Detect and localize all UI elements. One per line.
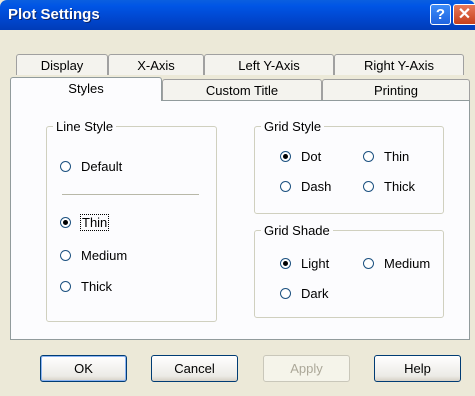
grid-style-thick-radio[interactable]: Thick xyxy=(363,179,415,194)
line-style-medium-radio[interactable]: Medium xyxy=(60,248,127,263)
apply-button[interactable]: Apply xyxy=(263,355,350,382)
grid-shade-light-radio[interactable]: Light xyxy=(280,256,329,271)
tab-label: Custom Title xyxy=(205,83,279,98)
line-style-default-radio[interactable]: Default xyxy=(60,159,122,174)
grid-style-thin-radio[interactable]: Thin xyxy=(363,149,409,164)
grid-shade-legend: Grid Shade xyxy=(261,223,333,238)
styles-panel: Line Style Default Thin Medium Thick Gri… xyxy=(10,100,470,340)
tab-right-y-axis[interactable]: Right Y-Axis xyxy=(334,54,464,75)
tab-printing[interactable]: Printing xyxy=(322,79,470,100)
radio-icon xyxy=(280,151,291,162)
radio-icon xyxy=(280,288,291,299)
radio-icon xyxy=(60,250,71,261)
title-bar: Plot Settings ? ✕ xyxy=(0,0,475,30)
ok-button[interactable]: OK xyxy=(40,355,127,382)
radio-label: Dash xyxy=(301,179,332,194)
grid-style-dot-radio[interactable]: Dot xyxy=(280,149,321,164)
line-style-legend: Line Style xyxy=(53,119,117,134)
tab-x-axis[interactable]: X-Axis xyxy=(108,54,204,75)
radio-label: Thin xyxy=(384,149,410,164)
line-style-group: Line Style Default Thin Medium Thick xyxy=(46,119,217,322)
tab-label: X-Axis xyxy=(137,58,175,73)
cancel-button[interactable]: Cancel xyxy=(151,355,238,382)
radio-label: Thin xyxy=(79,214,110,231)
tab-left-y-axis[interactable]: Left Y-Axis xyxy=(204,54,334,75)
divider xyxy=(62,194,199,195)
help-button[interactable]: Help xyxy=(374,355,461,382)
radio-label: Dark xyxy=(301,286,329,301)
radio-label: Medium xyxy=(81,248,128,263)
grid-style-group: Grid Style Dot Thin Dash Thick xyxy=(254,119,444,214)
tab-label: Display xyxy=(40,58,84,73)
tab-label: Left Y-Axis xyxy=(238,58,300,73)
line-style-thin-radio[interactable]: Thin xyxy=(60,214,110,231)
radio-icon xyxy=(60,217,71,228)
grid-shade-medium-radio[interactable]: Medium xyxy=(363,256,430,271)
radio-label: Default xyxy=(81,159,123,174)
radio-icon xyxy=(363,181,374,192)
tab-styles[interactable]: Styles xyxy=(10,77,162,101)
tab-display[interactable]: Display xyxy=(16,54,108,75)
grid-style-legend: Grid Style xyxy=(261,119,325,134)
grid-style-dash-radio[interactable]: Dash xyxy=(280,179,331,194)
radio-icon xyxy=(280,258,291,269)
radio-label: Light xyxy=(301,256,330,271)
radio-label: Thick xyxy=(81,279,113,294)
help-icon[interactable]: ? xyxy=(430,4,451,25)
grid-shade-group: Grid Shade Light Medium Dark xyxy=(254,223,444,318)
tab-custom-title[interactable]: Custom Title xyxy=(162,79,322,100)
radio-icon xyxy=(280,181,291,192)
tab-label: Styles xyxy=(68,81,104,96)
tab-label: Printing xyxy=(373,83,419,98)
grid-shade-dark-radio[interactable]: Dark xyxy=(280,286,328,301)
radio-icon xyxy=(60,161,71,172)
tab-label: Right Y-Axis xyxy=(363,58,435,73)
window-title: Plot Settings xyxy=(8,6,100,23)
radio-icon xyxy=(363,258,374,269)
radio-icon xyxy=(60,281,71,292)
radio-label: Medium xyxy=(384,256,431,271)
close-icon[interactable]: ✕ xyxy=(453,4,475,25)
radio-icon xyxy=(363,151,374,162)
radio-label: Dot xyxy=(301,149,322,164)
radio-label: Thick xyxy=(384,179,416,194)
line-style-thick-radio[interactable]: Thick xyxy=(60,279,112,294)
